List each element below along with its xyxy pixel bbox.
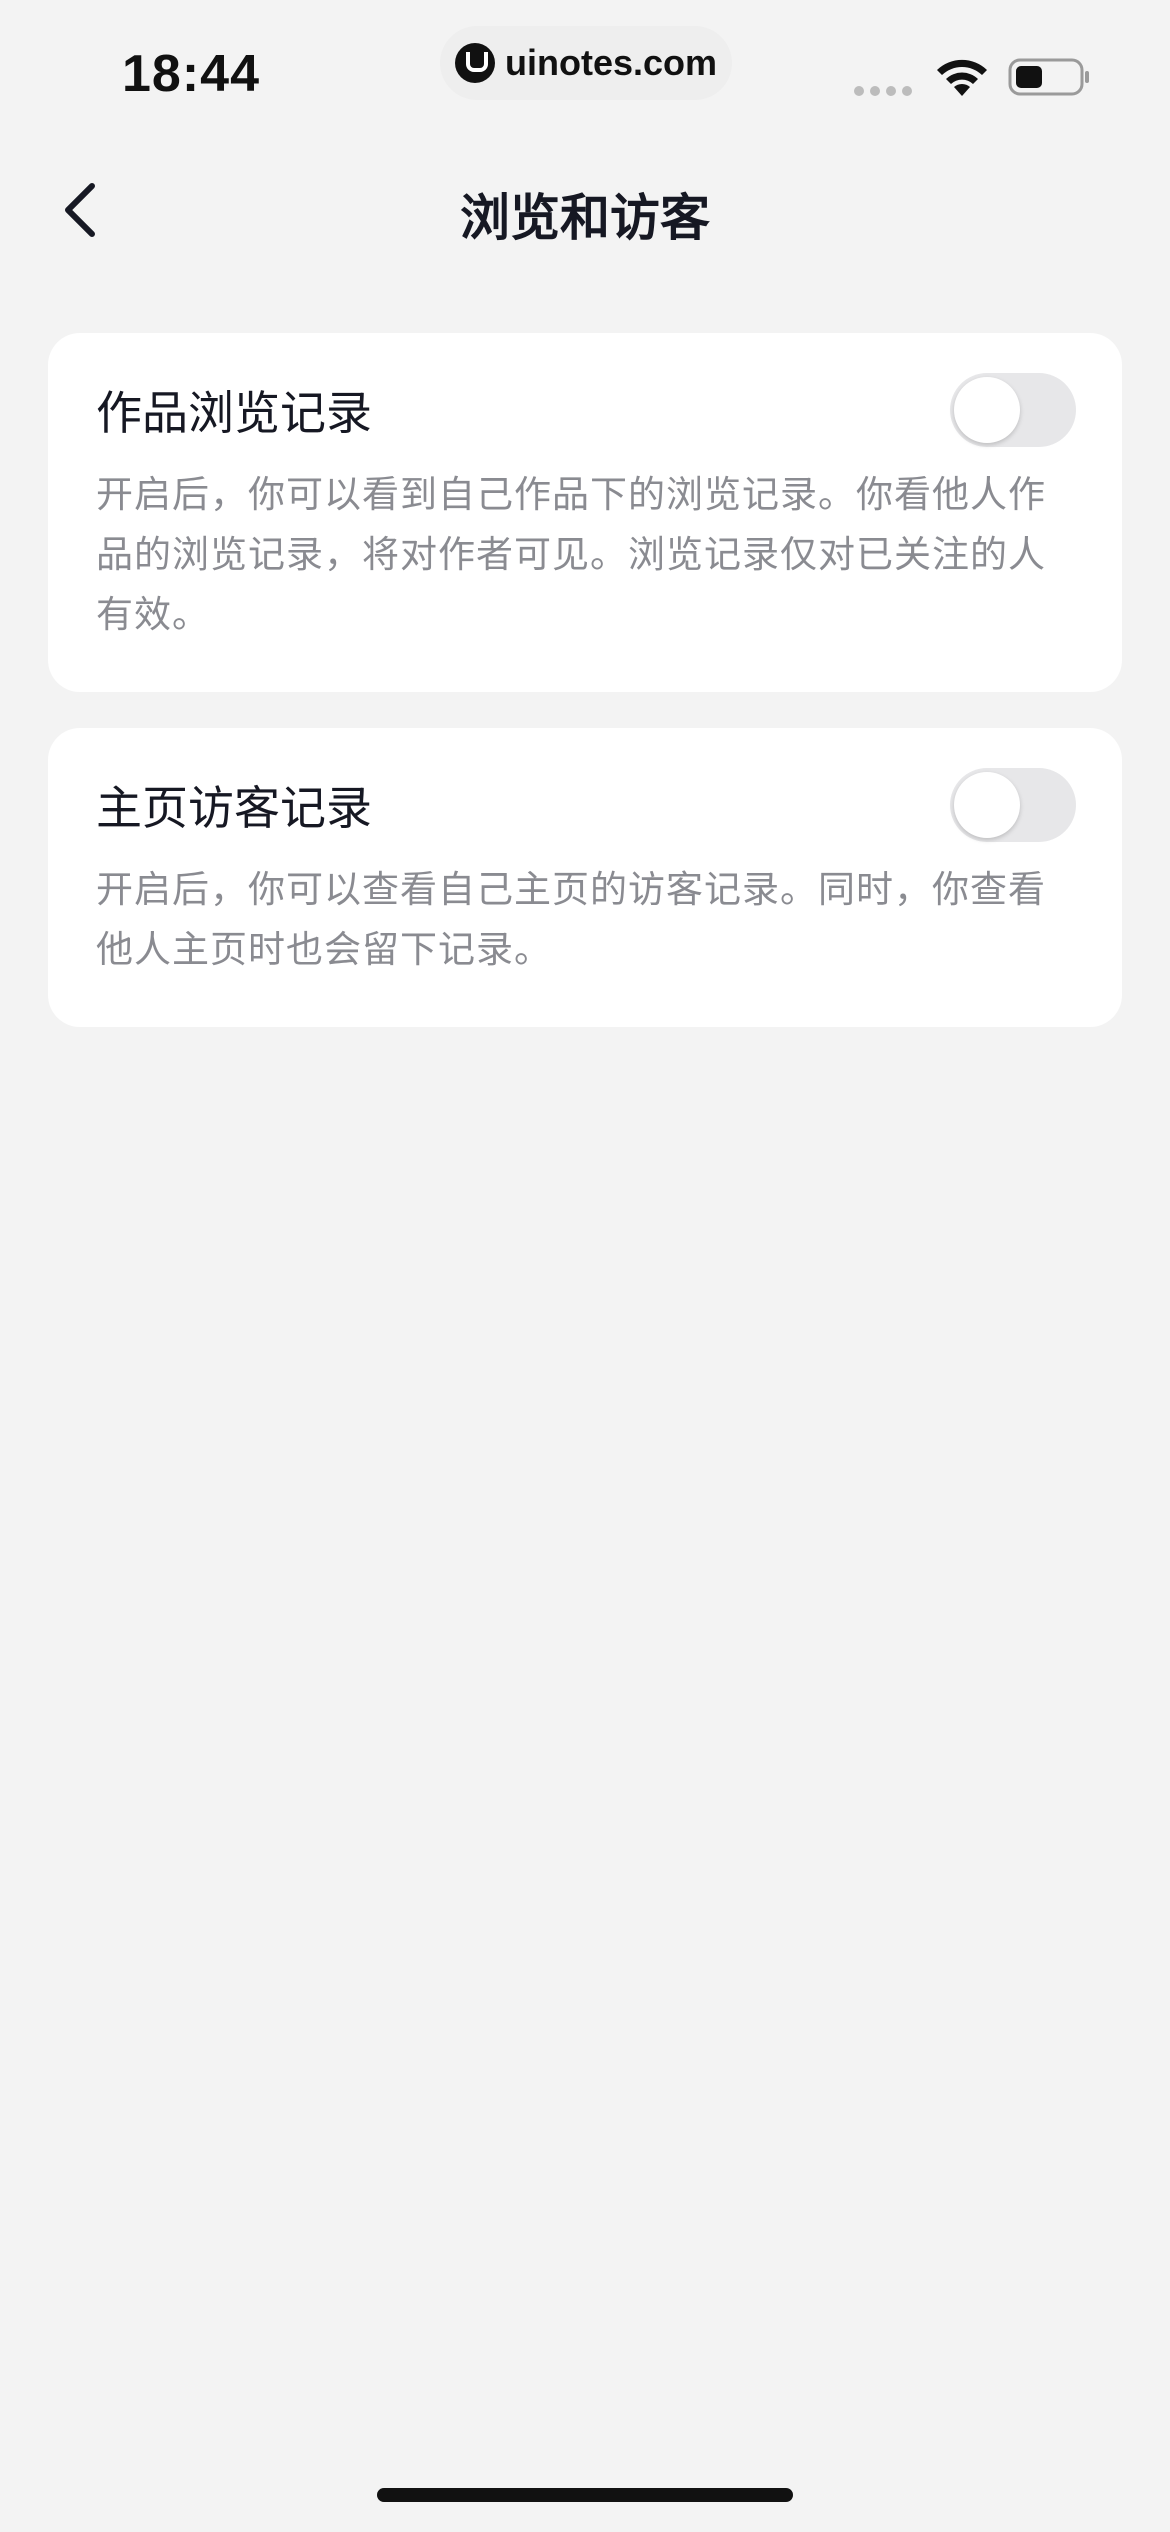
toggle-knob [954, 772, 1020, 838]
page-title: 浏览和访客 [460, 189, 710, 247]
url-pill[interactable]: uinotes.com [440, 26, 732, 100]
work-view-history-toggle[interactable] [950, 373, 1076, 447]
profile-visitor-history-toggle[interactable] [950, 768, 1076, 842]
status-time: 18:44 [122, 45, 260, 103]
home-indicator[interactable] [377, 2488, 793, 2502]
wifi-icon [937, 59, 987, 96]
url-text: uinotes.com [504, 42, 718, 83]
battery-icon [1008, 58, 1089, 96]
nav-bar: 浏览和访客 [0, 150, 1170, 270]
setting-title: 作品浏览记录 [96, 386, 372, 440]
status-bar: 18:44 uinotes.com [0, 0, 1170, 140]
setting-description: 开启后，你可以查看自己主页的访客记录。同时，你查看他人主页时也会留下记录。 [96, 868, 1046, 971]
setting-description: 开启后，你可以看到自己作品下的浏览记录。你看他人作品的浏览记录，将对作者可见。浏… [96, 473, 1046, 636]
cellular-signal-icon [854, 86, 912, 96]
setting-title: 主页访客记录 [96, 781, 372, 835]
setting-card-work-view-history: 作品浏览记录 开启后，你可以看到自己作品下的浏览记录。你看他人作品的浏览记录，将… [48, 333, 1122, 692]
setting-card-profile-visitor-history: 主页访客记录 开启后，你可以查看自己主页的访客记录。同时，你查看他人主页时也会留… [48, 728, 1122, 1027]
toggle-knob [954, 377, 1020, 443]
site-logo-icon [454, 43, 495, 83]
